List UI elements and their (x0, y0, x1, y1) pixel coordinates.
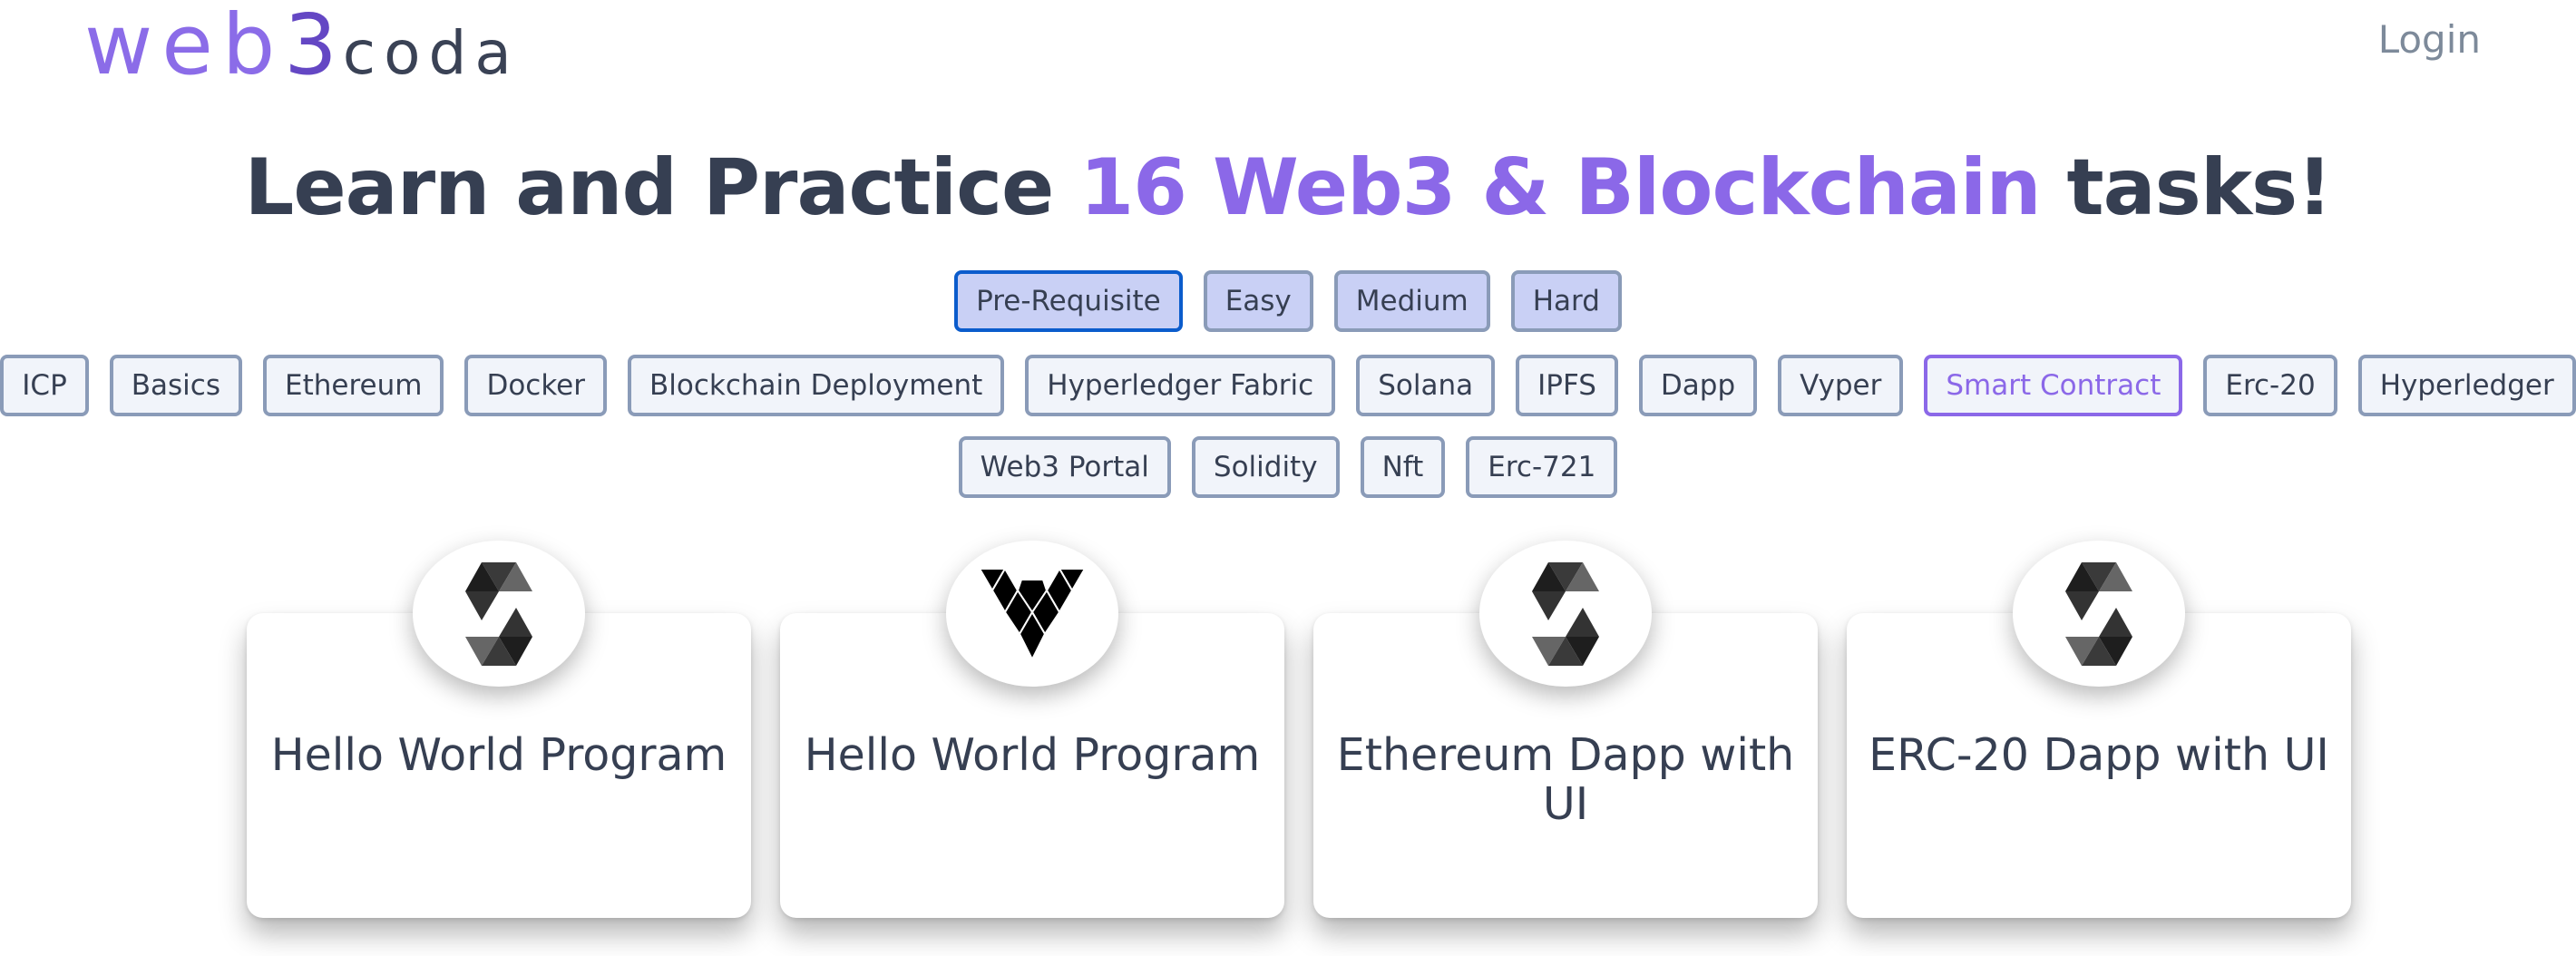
task-card[interactable]: Ethereum Dapp with UI (1313, 541, 1818, 922)
topic-chip[interactable]: Web3 Portal (958, 436, 1171, 498)
login-link[interactable]: Login (2378, 15, 2481, 65)
topic-filter-row-2: Web3 Portal Solidity Nft Erc-721 (0, 436, 2576, 498)
task-card[interactable]: ERC-20 Dapp with UI (1847, 541, 2351, 922)
topic-chip[interactable]: Erc-20 (2203, 355, 2337, 416)
topic-chip[interactable]: Solana (1356, 355, 1496, 416)
topic-chip[interactable]: ICP (0, 355, 89, 416)
topic-chip[interactable]: Hyperledger (2357, 355, 2576, 416)
topic-chip[interactable]: Erc-721 (1466, 436, 1618, 498)
task-card[interactable]: Hello World Program (247, 541, 751, 922)
solidity-logo-icon (1479, 541, 1652, 687)
task-card-title: Ethereum Dapp with UI (1336, 729, 1795, 830)
task-card-title: Hello World Program (804, 729, 1261, 781)
difficulty-filter-row: Pre-Requisite Easy Medium Hard (0, 270, 2576, 332)
topic-chip[interactable]: Hyperledger Fabric (1025, 355, 1336, 416)
difficulty-chip[interactable]: Easy (1203, 270, 1313, 332)
topic-chip[interactable]: Docker (464, 355, 607, 416)
topic-chip[interactable]: Basics (109, 355, 242, 416)
headline-prefix: Learn and Practice (244, 142, 1080, 233)
task-card-title: ERC-20 Dapp with UI (1869, 729, 2329, 781)
topic-chip[interactable]: Ethereum (263, 355, 444, 416)
topic-chip[interactable]: Dapp (1638, 355, 1758, 416)
difficulty-chip[interactable]: Medium (1333, 270, 1490, 332)
topic-chip[interactable]: Vyper (1778, 355, 1904, 416)
page: web 3 coda Login Learn and Practice 16 W… (0, 0, 2576, 956)
web3coda-logo[interactable]: web 3 coda (84, 0, 520, 91)
headline-accent: 16 Web3 & Blockchain (1079, 142, 2041, 233)
page-headline: Learn and Practice 16 Web3 & Blockchain … (0, 138, 2576, 238)
logo-part-coda: coda (342, 18, 520, 88)
solidity-logo-icon (2013, 541, 2185, 687)
topic-chip[interactable]: IPFS (1516, 355, 1618, 416)
task-card-grid: Hello World Program Hello World Program … (247, 541, 2351, 922)
task-card[interactable]: Hello World Program (780, 541, 1284, 922)
difficulty-chip[interactable]: Hard (1510, 270, 1622, 332)
topic-filter-row: ICP Basics Ethereum Docker Blockchain De… (0, 355, 2576, 416)
topic-chip[interactable]: Smart Contract (1924, 355, 2183, 416)
task-card-title: Hello World Program (270, 729, 727, 781)
solidity-logo-icon (413, 541, 585, 687)
logo-part-web: web (84, 0, 285, 93)
topic-chip[interactable]: Solidity (1191, 436, 1340, 498)
topic-chip[interactable]: Blockchain Deployment (628, 355, 1005, 416)
vyper-logo-icon (946, 541, 1118, 687)
logo-part-3: 3 (284, 0, 343, 93)
topic-chip[interactable]: Nft (1360, 436, 1446, 498)
difficulty-chip[interactable]: Pre-Requisite (954, 270, 1183, 332)
headline-suffix: tasks! (2040, 142, 2333, 233)
